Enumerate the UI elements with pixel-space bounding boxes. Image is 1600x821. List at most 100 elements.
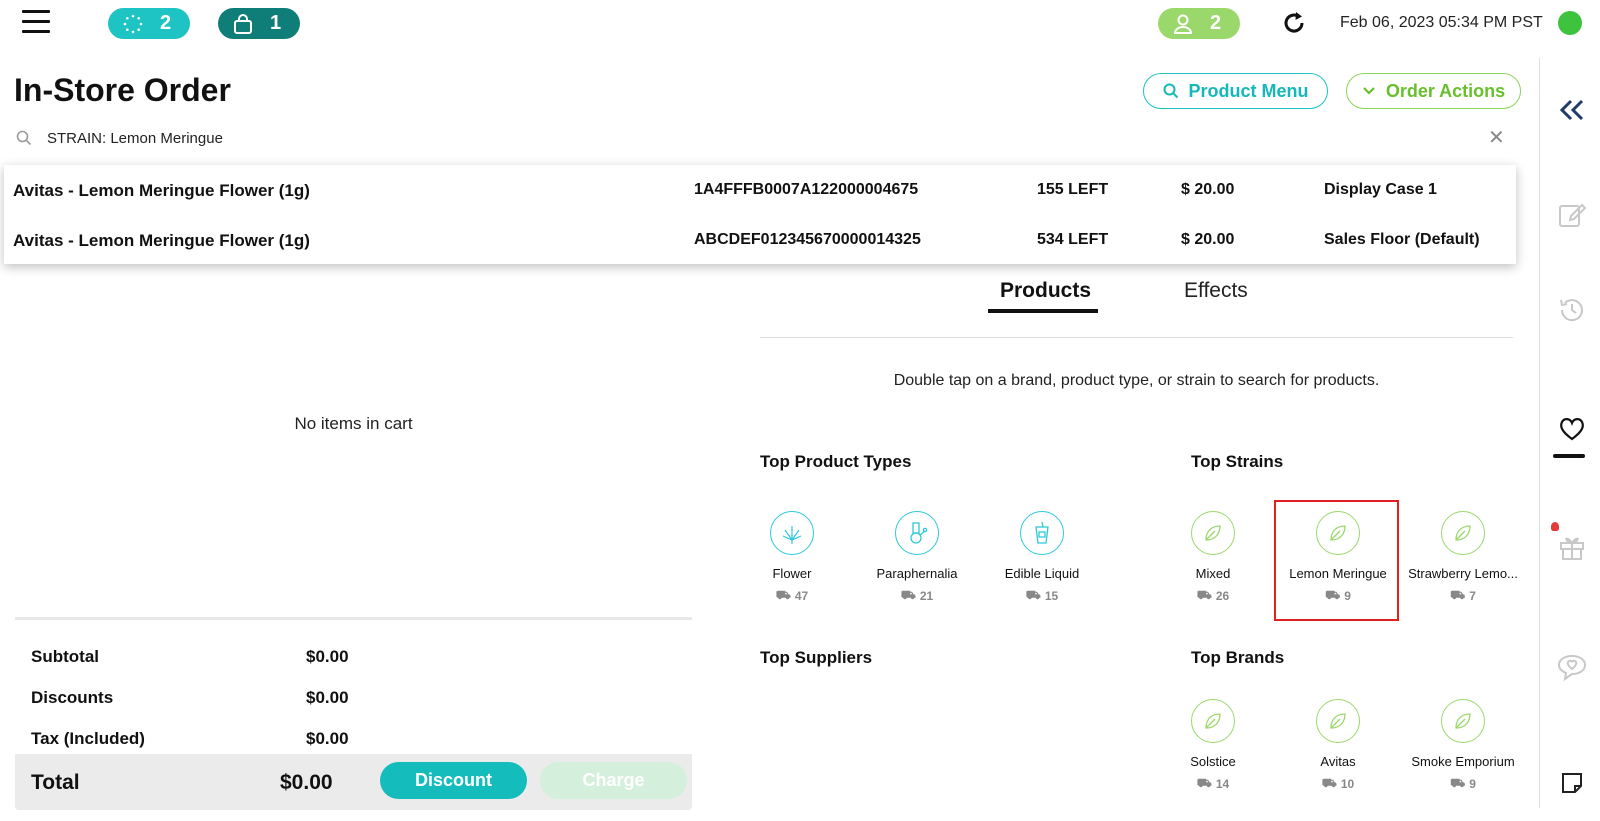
subtotal-value: $0.00 xyxy=(306,647,349,666)
basket-icon: ⛟ xyxy=(1196,588,1212,602)
result-price: $ 20.00 xyxy=(1181,231,1235,248)
tab-effects[interactable]: Effects xyxy=(1184,279,1248,303)
result-product-name: Avitas - Lemon Meringue Flower (1g) xyxy=(13,231,310,250)
shopping-bag-icon xyxy=(234,13,252,34)
total-label: Total xyxy=(31,771,80,794)
rail-active-indicator xyxy=(1553,454,1585,458)
drink-cup-icon xyxy=(1020,511,1064,555)
loading-dots-icon xyxy=(123,14,143,33)
total-value: $0.00 xyxy=(280,771,333,794)
queue-counter-button[interactable]: 2 xyxy=(108,8,190,39)
strain-count: ⛟ 7 xyxy=(1403,588,1523,604)
brand-label: Solstice xyxy=(1190,754,1236,769)
strain-label: Lemon Meringue xyxy=(1289,566,1387,581)
menu-icon[interactable] xyxy=(22,10,50,36)
top-brands-title: Top Brands xyxy=(1191,648,1285,667)
brand-count: ⛟ 9 xyxy=(1403,776,1523,792)
brand-label: Smoke Emporium xyxy=(1411,754,1515,769)
leaf-icon xyxy=(1441,699,1485,743)
count-value: 14 xyxy=(1215,777,1230,791)
cannabis-leaf-icon xyxy=(770,511,814,555)
total-bar: Total $0.00 Discount Charge xyxy=(15,754,692,810)
shopping-bag-counter-button[interactable]: 1 xyxy=(218,8,300,39)
result-product-name: Avitas - Lemon Meringue Flower (1g) xyxy=(13,181,310,200)
leaf-icon xyxy=(1316,511,1360,555)
collapse-panel-icon[interactable] xyxy=(1556,94,1588,126)
basket-icon: ⛟ xyxy=(1325,588,1341,602)
gift-icon[interactable] xyxy=(1556,531,1588,563)
result-sku: 1A4FFFB0007A122000004675 xyxy=(694,181,919,198)
current-datetime: Feb 06, 2023 05:34 PM PST xyxy=(1340,14,1543,31)
brand-tile-avitas[interactable]: Avitas ⛟ 10 xyxy=(1278,699,1398,799)
chevron-down-icon xyxy=(1363,87,1375,95)
bong-icon xyxy=(895,511,939,555)
bag-count: 1 xyxy=(270,12,282,34)
product-type-tile-edible-liquid[interactable]: Edible Liquid ⛟ 15 xyxy=(982,511,1102,611)
strain-tile-lemon-meringue[interactable]: Lemon Meringue ⛟ 9 xyxy=(1278,511,1398,611)
count-value: 47 xyxy=(794,589,809,603)
strain-tile-mixed[interactable]: Mixed ⛟ 26 xyxy=(1153,511,1273,611)
top-bar: 2 1 2 Feb 06, 2023 05:34 PM PST xyxy=(0,0,1600,48)
right-rail-divider xyxy=(1539,58,1540,808)
top-strains-title: Top Strains xyxy=(1191,452,1284,471)
product-type-label: Paraphernalia xyxy=(876,566,958,581)
count-value: 15 xyxy=(1044,589,1059,603)
order-actions-button[interactable]: Order Actions xyxy=(1346,73,1521,109)
search-result-row[interactable]: Avitas - Lemon Meringue Flower (1g) 1A4F… xyxy=(4,167,1516,215)
strain-count: ⛟ 26 xyxy=(1153,588,1273,604)
result-price: $ 20.00 xyxy=(1181,181,1235,198)
count-value: 7 xyxy=(1469,589,1476,603)
count-value: 21 xyxy=(919,589,934,603)
products-hint-text: Double tap on a brand, product type, or … xyxy=(893,372,1380,389)
queue-count: 2 xyxy=(160,12,172,34)
subtotal-label: Subtotal xyxy=(31,647,99,666)
product-type-count: ⛟ 15 xyxy=(982,588,1102,604)
history-icon[interactable] xyxy=(1556,294,1588,326)
refresh-icon[interactable] xyxy=(1280,9,1308,37)
order-actions-label: Order Actions xyxy=(1385,80,1506,101)
notification-dot xyxy=(1551,522,1559,531)
result-quantity: 534 LEFT xyxy=(1037,231,1109,248)
search-results-dropdown: Avitas - Lemon Meringue Flower (1g) 1A4F… xyxy=(4,165,1516,264)
strain-tile-strawberry-lemon[interactable]: Strawberry Lemo... ⛟ 7 xyxy=(1403,511,1523,611)
basket-icon: ⛟ xyxy=(1025,588,1041,602)
count-value: 9 xyxy=(1469,777,1476,791)
tax-row: Tax (Included) $0.00 xyxy=(31,729,349,749)
product-menu-button[interactable]: Product Menu xyxy=(1143,73,1328,109)
top-product-types-title: Top Product Types xyxy=(760,452,912,471)
discounts-value: $0.00 xyxy=(306,688,349,707)
product-type-tile-flower[interactable]: Flower ⛟ 47 xyxy=(732,511,852,611)
count-value: 26 xyxy=(1215,589,1230,603)
brand-count: ⛟ 14 xyxy=(1153,776,1273,792)
tab-products[interactable]: Products xyxy=(1000,279,1091,303)
result-quantity: 155 LEFT xyxy=(1037,181,1109,198)
basket-icon: ⛟ xyxy=(900,588,916,602)
edit-note-icon[interactable] xyxy=(1556,198,1588,230)
product-type-label: Flower xyxy=(772,566,812,581)
search-icon xyxy=(16,130,32,146)
sticky-note-icon[interactable] xyxy=(1556,767,1588,799)
clear-search-icon[interactable]: ✕ xyxy=(1488,127,1505,149)
chat-heart-icon[interactable] xyxy=(1556,651,1588,683)
leaf-icon xyxy=(1316,699,1360,743)
tax-value: $0.00 xyxy=(306,729,349,748)
result-location: Display Case 1 xyxy=(1324,181,1437,198)
search-input[interactable] xyxy=(47,127,1447,149)
brand-label: Avitas xyxy=(1320,754,1356,769)
discount-button[interactable]: Discount xyxy=(380,762,527,799)
tax-label: Tax (Included) xyxy=(31,729,145,748)
count-value: 9 xyxy=(1344,589,1351,603)
product-type-label: Edible Liquid xyxy=(1004,566,1080,581)
brand-tile-smoke-emporium[interactable]: Smoke Emporium ⛟ 9 xyxy=(1403,699,1523,799)
search-icon xyxy=(1163,83,1178,99)
customers-counter-button[interactable]: 2 xyxy=(1158,8,1240,39)
brand-count: ⛟ 10 xyxy=(1278,776,1398,792)
subtotal-row: Subtotal $0.00 xyxy=(31,647,349,667)
page-title: In-Store Order xyxy=(14,72,231,108)
basket-icon: ⛟ xyxy=(1450,588,1466,602)
heart-icon[interactable] xyxy=(1556,413,1588,445)
product-type-tile-paraphernalia[interactable]: Paraphernalia ⛟ 21 xyxy=(857,511,977,611)
charge-button[interactable]: Charge xyxy=(540,762,687,799)
brand-tile-solstice[interactable]: Solstice ⛟ 14 xyxy=(1153,699,1273,799)
search-result-row[interactable]: Avitas - Lemon Meringue Flower (1g) ABCD… xyxy=(4,217,1516,265)
